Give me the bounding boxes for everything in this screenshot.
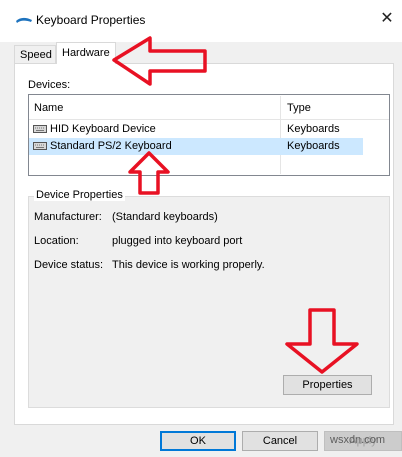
device-status-value: This device is working properly. xyxy=(112,259,265,271)
device-status-label: Device status: xyxy=(34,259,104,271)
column-header-type[interactable]: Type xyxy=(287,97,311,119)
keyboard-icon xyxy=(33,125,47,133)
tab-speed[interactable]: Speed xyxy=(14,45,56,63)
devices-label: Devices: xyxy=(28,79,71,91)
ok-button[interactable]: OK xyxy=(160,431,236,451)
close-icon[interactable]: ✕ xyxy=(376,8,398,30)
manufacturer-value: (Standard keyboards) xyxy=(112,211,218,223)
device-row-standard-ps2-keyboard[interactable]: Standard PS/2 Keyboard Keyboards xyxy=(29,138,363,155)
column-header-name[interactable]: Name xyxy=(34,97,63,119)
device-type: Keyboards xyxy=(287,140,340,152)
annotation-arrow-up-icon xyxy=(128,151,170,195)
window-title: Keyboard Properties xyxy=(36,13,146,27)
annotation-arrow-down-icon xyxy=(285,308,359,374)
annotation-arrow-left-icon xyxy=(112,36,207,86)
device-name: HID Keyboard Device xyxy=(50,123,156,135)
keyboard-icon xyxy=(33,142,47,150)
location-label: Location: xyxy=(34,235,79,247)
tab-hardware[interactable]: Hardware xyxy=(56,42,116,64)
manufacturer-label: Manufacturer: xyxy=(34,211,102,223)
cancel-button[interactable]: Cancel xyxy=(242,431,318,451)
keyboard-app-icon xyxy=(16,17,32,23)
device-properties-title: Device Properties xyxy=(34,189,125,201)
device-row-hid-keyboard[interactable]: HID Keyboard Device Keyboards xyxy=(29,121,363,138)
header-divider xyxy=(29,119,389,120)
watermark: wsxdn.com xyxy=(330,434,386,446)
properties-button[interactable]: Properties xyxy=(283,375,372,395)
location-value: plugged into keyboard port xyxy=(112,235,243,247)
device-type: Keyboards xyxy=(287,123,340,135)
